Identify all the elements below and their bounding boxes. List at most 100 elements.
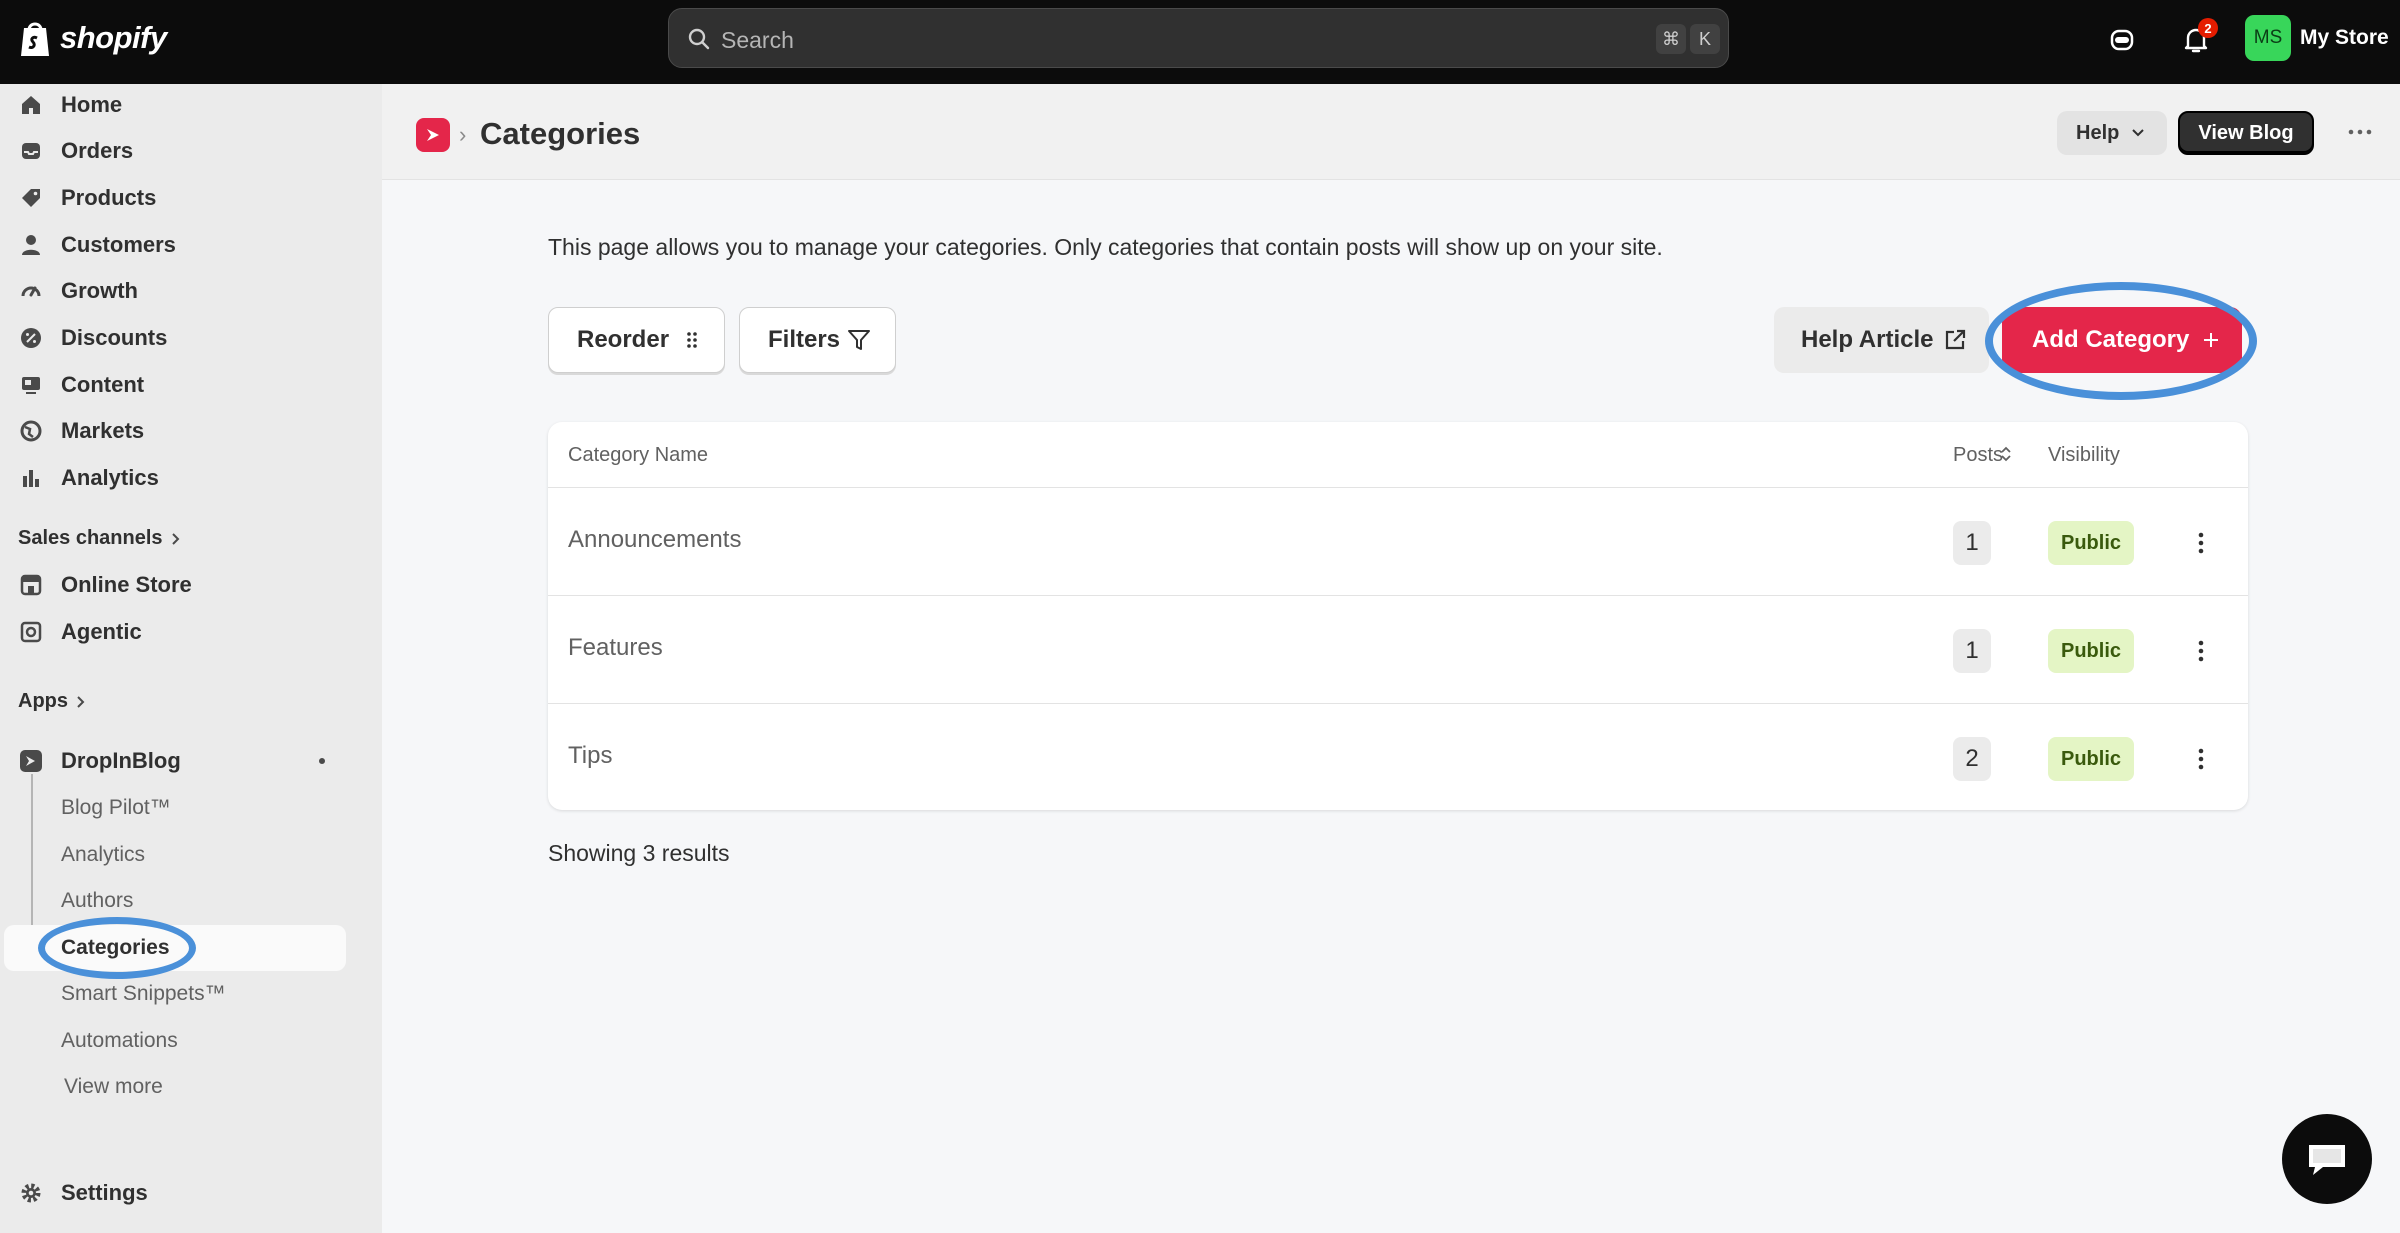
table-row[interactable]: Announcements 1 Public [548, 488, 2248, 596]
search-icon [688, 28, 710, 50]
categories-table: Category Name Posts Visibility Announcem… [548, 422, 2248, 810]
kebab-menu-icon [2198, 748, 2204, 770]
sidebar-item-customers[interactable]: Customers [0, 224, 382, 266]
sales-channels-heading[interactable]: Sales channels [18, 527, 181, 550]
column-header-name: Category Name [568, 444, 709, 466]
chat-button[interactable] [2282, 1114, 2372, 1204]
add-category-highlight-annotation [1985, 282, 2257, 400]
sidebar-item-orders[interactable]: Orders [0, 130, 382, 172]
sidebar-item-label: Home [61, 92, 123, 117]
content-icon [18, 372, 44, 398]
category-name[interactable]: Features [568, 634, 663, 662]
page-header: › Categories Help View Blog [382, 84, 2400, 180]
categories-highlight-annotation [38, 917, 196, 979]
logo-text: shopify [60, 20, 167, 55]
sidebar-item-label: Analytics [61, 465, 159, 490]
column-header-posts[interactable]: Posts [1953, 444, 2003, 467]
discount-icon [18, 325, 44, 351]
view-more-link[interactable]: View more [64, 1075, 163, 1099]
row-menu-button[interactable] [2184, 632, 2218, 670]
notifications-button[interactable]: 2 [2176, 18, 2218, 60]
sidebar-item-analytics[interactable]: Analytics [0, 457, 382, 499]
avatar[interactable]: MS [2245, 15, 2291, 61]
sidebar-item-products[interactable]: Products [0, 177, 382, 219]
k-key-hint: K [1690, 24, 1720, 54]
chevron-down-icon [2132, 129, 2145, 137]
row-menu-button[interactable] [2184, 740, 2218, 778]
sidebar: Home Orders Products Customers Growth Di… [0, 84, 382, 1233]
search-placeholder: Search [721, 27, 794, 53]
bar-chart-icon [18, 465, 44, 491]
apps-label: Apps [18, 690, 68, 712]
sidebar-item-label: Products [61, 185, 157, 210]
sidebar-subitem-blog-pilot[interactable]: Blog Pilot™ [61, 796, 171, 820]
apps-heading[interactable]: Apps [18, 690, 86, 713]
sidebar-item-label: Online Store [61, 572, 192, 597]
dropinblog-icon [18, 748, 44, 774]
sidebar-item-dropinblog[interactable]: DropInBlog [0, 740, 382, 782]
shopify-bag-icon [21, 22, 49, 56]
dropinblog-app-icon[interactable] [416, 118, 450, 152]
sidebar-item-growth[interactable]: Growth [0, 270, 382, 312]
reorder-label: Reorder [577, 326, 670, 353]
table-row[interactable]: Tips 2 Public [548, 704, 2248, 810]
sidebar-item-home[interactable]: Home [0, 84, 382, 126]
sidekick-button[interactable] [2102, 20, 2142, 60]
sales-channels-label: Sales channels [18, 527, 163, 549]
posts-count: 1 [1953, 629, 1991, 673]
sidebar-item-agentic[interactable]: Agentic [0, 611, 382, 653]
filters-button[interactable]: Filters [739, 307, 896, 373]
sidebar-subitem-automations[interactable]: Automations [61, 1029, 178, 1053]
chevron-right-icon [77, 695, 85, 708]
row-menu-button[interactable] [2184, 524, 2218, 562]
chat-icon [2309, 1145, 2345, 1175]
top-bar: shopify Search ⌘ K 2 MS My Store [0, 0, 2400, 84]
sidebar-subitem-authors[interactable]: Authors [61, 889, 133, 913]
sidebar-item-label: Orders [61, 138, 134, 163]
intro-text: This page allows you to manage your cate… [548, 234, 1663, 260]
inbox-icon [18, 138, 44, 164]
kebab-menu-icon [2198, 532, 2204, 554]
reorder-button[interactable]: Reorder [548, 307, 725, 373]
posts-count: 2 [1953, 737, 1991, 781]
more-actions-button[interactable] [2340, 116, 2380, 148]
visibility-badge: Public [2048, 629, 2134, 673]
help-dropdown-button[interactable]: Help [2057, 111, 2167, 155]
main-content: › Categories Help View Blog This page al… [382, 84, 2400, 1233]
sidebar-item-discounts[interactable]: Discounts [0, 317, 382, 359]
breadcrumb-separator-icon: › [459, 122, 467, 147]
results-count: Showing 3 results [548, 840, 730, 866]
visibility-badge: Public [2048, 737, 2134, 781]
table-row[interactable]: Features 1 Public [548, 596, 2248, 704]
gear-icon [18, 1180, 44, 1206]
sidebar-item-label: Growth [61, 278, 138, 303]
sort-icon[interactable] [2000, 444, 2012, 464]
sidebar-item-online-store[interactable]: Online Store [0, 564, 382, 606]
sidebar-item-label: Settings [61, 1180, 148, 1205]
sidebar-item-content[interactable]: Content [0, 364, 382, 406]
category-name[interactable]: Tips [568, 742, 612, 770]
ellipsis-icon [2348, 129, 2372, 135]
sidebar-subitem-smart-snippets[interactable]: Smart Snippets™ [61, 982, 226, 1006]
cmd-key-hint: ⌘ [1656, 24, 1686, 54]
kebab-menu-icon [2198, 640, 2204, 662]
category-name[interactable]: Announcements [568, 526, 741, 554]
sidebar-item-markets[interactable]: Markets [0, 410, 382, 452]
shopify-logo[interactable]: shopify [18, 18, 167, 58]
sidebar-item-label: Customers [61, 232, 176, 257]
help-article-button[interactable]: Help Article [1774, 307, 1989, 373]
posts-count: 1 [1953, 521, 1991, 565]
store-icon [18, 572, 44, 598]
help-label: Help [2076, 121, 2120, 144]
sidebar-item-settings[interactable]: Settings [0, 1172, 382, 1214]
agentic-icon [18, 619, 44, 645]
sidebar-subitem-analytics[interactable]: Analytics [61, 843, 145, 867]
store-name[interactable]: My Store [2300, 26, 2389, 50]
filter-icon [848, 330, 870, 350]
sidebar-item-label: Markets [61, 418, 145, 443]
search-input[interactable]: Search ⌘ K [668, 8, 1729, 68]
view-blog-button[interactable]: View Blog [2178, 111, 2314, 155]
sidebar-item-label: Discounts [61, 325, 168, 350]
table-header: Category Name Posts Visibility [548, 422, 2248, 488]
page-title: Categories [480, 116, 641, 151]
